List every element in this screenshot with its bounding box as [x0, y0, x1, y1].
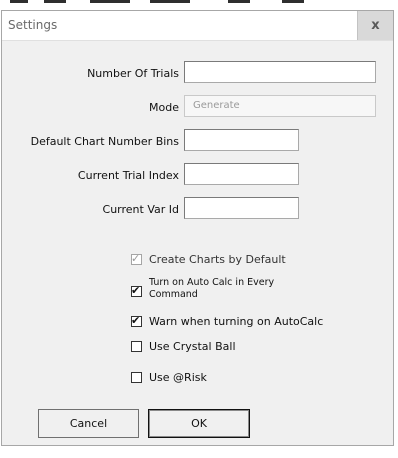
create-charts-checkbox[interactable]: ✓ [131, 252, 142, 265]
dialog-title: Settings [8, 18, 58, 32]
create-charts-label: Create Charts by Default [149, 253, 286, 266]
mode-input[interactable]: Generate [184, 95, 376, 117]
close-icon: x [371, 18, 380, 33]
current-trial-index-label: Current Trial Index [77, 169, 179, 182]
close-button[interactable]: x [357, 11, 393, 40]
crystal-ball-checkbox[interactable] [131, 341, 142, 352]
checkmark-icon: ✓ [131, 252, 141, 265]
crystal-ball-label: Use Crystal Ball [149, 340, 236, 353]
auto-calc-checkbox-row[interactable]: ✔ Turn on Auto Calc in Every Command [131, 277, 299, 301]
checkmark-icon: ✔ [131, 314, 141, 327]
warn-autocalc-label: Warn when turning on AutoCalc [149, 315, 324, 328]
at-risk-label: Use @Risk [149, 371, 207, 384]
at-risk-checkbox-row[interactable]: Use @Risk [131, 371, 207, 384]
settings-dialog: Settings x Number Of Trials Mode Generat… [1, 10, 394, 446]
current-var-id-input[interactable] [184, 197, 299, 219]
warn-autocalc-checkbox[interactable]: ✔ [131, 314, 142, 327]
number-of-trials-label: Number Of Trials [87, 67, 179, 80]
mode-label: Mode [149, 101, 179, 114]
crystal-ball-checkbox-row[interactable]: Use Crystal Ball [131, 340, 236, 353]
at-risk-checkbox[interactable] [131, 372, 142, 383]
number-of-trials-input[interactable] [184, 61, 376, 83]
background-window-strip [0, 0, 398, 10]
default-chart-number-bins-input[interactable] [184, 129, 299, 151]
warn-autocalc-checkbox-row[interactable]: ✔ Warn when turning on AutoCalc [131, 314, 324, 328]
auto-calc-label: Turn on Auto Calc in Every Command [149, 277, 275, 300]
ok-button[interactable]: OK [148, 409, 250, 438]
current-trial-index-input[interactable] [184, 163, 299, 185]
auto-calc-checkbox[interactable]: ✔ [131, 284, 142, 297]
default-chart-number-bins-label: Default Chart Number Bins [30, 135, 179, 148]
title-bar[interactable]: Settings x [2, 11, 393, 41]
cancel-button[interactable]: Cancel [38, 409, 139, 438]
checkmark-icon: ✔ [131, 284, 141, 297]
current-var-id-label: Current Var Id [102, 203, 179, 216]
create-charts-checkbox-row[interactable]: ✓ Create Charts by Default [131, 252, 286, 266]
